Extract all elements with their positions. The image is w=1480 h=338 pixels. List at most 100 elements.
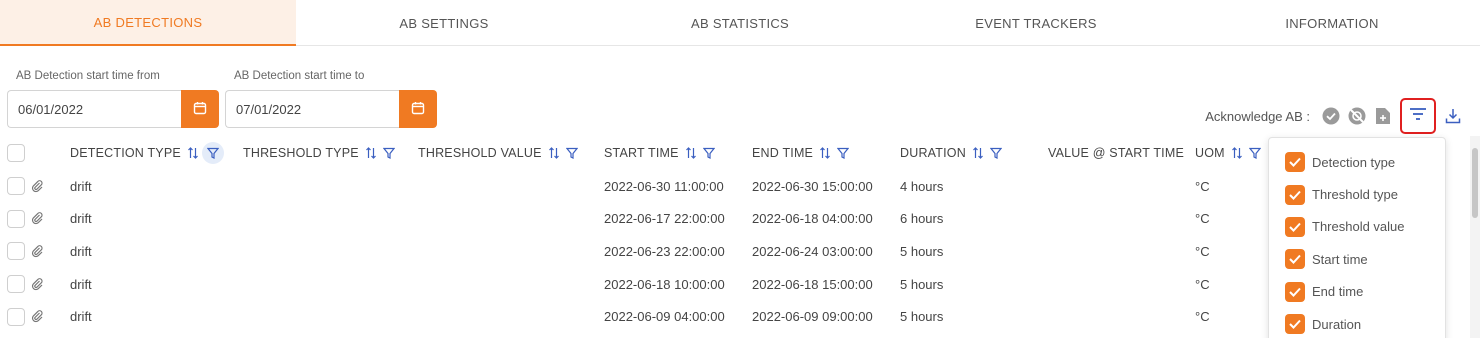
checkmark-icon[interactable] (1285, 314, 1305, 335)
column-option-label: End time (1312, 284, 1364, 300)
cell-uom: °C (1195, 309, 1210, 325)
row-checkbox[interactable] (7, 242, 25, 261)
sort-icon[interactable] (548, 147, 560, 159)
date-to-box (225, 90, 437, 128)
cell-uom: °C (1195, 211, 1210, 227)
cell-end-time: 2022-06-18 15:00:00 (752, 276, 873, 292)
funnel-icon[interactable] (1248, 147, 1261, 159)
table-row[interactable]: drift 2022-06-09 04:00:00 2022-06-09 09:… (0, 300, 1270, 333)
date-from-input[interactable] (7, 90, 181, 128)
date-to-calendar-button[interactable] (399, 90, 437, 128)
cell-start-time: 2022-06-23 22:00:00 (604, 243, 725, 259)
header-uom: UOM (1195, 136, 1261, 170)
header-label: DURATION (900, 146, 966, 160)
column-option-threshold-type[interactable]: Threshold type (1269, 178, 1445, 210)
date-to-label: AB Detection start time to (234, 70, 365, 82)
table-row[interactable]: drift 2022-06-23 22:00:00 2022-06-24 03:… (0, 235, 1270, 268)
cell-duration: 5 hours (900, 276, 944, 292)
column-filter-button[interactable] (1400, 98, 1436, 134)
cell-start-time: 2022-06-30 11:00:00 (604, 178, 724, 194)
paperclip-icon[interactable] (31, 300, 44, 333)
sort-icon[interactable] (187, 147, 199, 159)
tab-event-trackers[interactable]: EVENT TRACKERS (888, 0, 1184, 46)
detections-table: DETECTION TYPE THRESHOLD TYPE THRESHOLD … (0, 136, 1270, 333)
cell-end-time: 2022-06-09 09:00:00 (752, 309, 873, 325)
column-chooser-dropdown: Detection type Threshold type Threshold … (1268, 137, 1446, 338)
cell-end-time: 2022-06-30 15:00:00 (752, 178, 873, 194)
no-alert-icon[interactable] (1348, 107, 1366, 125)
table-row[interactable]: drift 2022-06-17 22:00:00 2022-06-18 04:… (0, 203, 1270, 236)
header-end-time: END TIME (752, 136, 850, 170)
tab-bar: AB DETECTIONS AB SETTINGS AB STATISTICS … (0, 0, 1480, 46)
column-option-duration[interactable]: Duration (1269, 308, 1445, 338)
tab-ab-statistics[interactable]: AB STATISTICS (592, 0, 888, 46)
tab-information[interactable]: INFORMATION (1184, 0, 1480, 46)
checkmark-icon[interactable] (1285, 216, 1305, 237)
select-all-cell (7, 136, 25, 170)
sort-icon[interactable] (365, 147, 377, 159)
acknowledge-label: Acknowledge AB : (1205, 108, 1310, 124)
row-checkbox[interactable] (7, 209, 25, 228)
column-option-end-time[interactable]: End time (1269, 276, 1445, 308)
cell-detection-type: drift (70, 309, 92, 325)
checkmark-icon[interactable] (1285, 152, 1305, 173)
check-circle-icon[interactable] (1322, 107, 1340, 125)
header-start-time: START TIME (604, 136, 715, 170)
header-value-at-start-time: VALUE @ START TIME (1048, 136, 1184, 170)
cell-duration: 4 hours (900, 178, 944, 194)
add-document-icon[interactable] (1374, 107, 1392, 125)
cell-end-time: 2022-06-24 03:00:00 (752, 243, 873, 259)
date-to-input[interactable] (225, 90, 399, 128)
table-row[interactable]: drift 2022-06-30 11:00:00 2022-06-30 15:… (0, 170, 1270, 203)
cell-detection-type: drift (70, 276, 92, 292)
table-row[interactable]: drift 2022-06-18 10:00:00 2022-06-18 15:… (0, 268, 1270, 301)
paperclip-icon[interactable] (31, 170, 44, 203)
sort-icon[interactable] (1231, 147, 1243, 159)
download-icon[interactable] (1444, 107, 1462, 125)
date-from-label: AB Detection start time from (16, 70, 160, 82)
checkmark-icon[interactable] (1285, 249, 1305, 270)
header-label: THRESHOLD TYPE (243, 146, 359, 160)
checkmark-icon[interactable] (1285, 281, 1305, 302)
column-option-label: Start time (1312, 251, 1368, 267)
checkmark-icon[interactable] (1285, 184, 1305, 205)
column-option-start-time[interactable]: Start time (1269, 243, 1445, 275)
table-header: DETECTION TYPE THRESHOLD TYPE THRESHOLD … (0, 136, 1270, 170)
scrollbar-thumb[interactable] (1472, 148, 1478, 218)
funnel-icon[interactable] (565, 147, 578, 159)
tab-ab-settings[interactable]: AB SETTINGS (296, 0, 592, 46)
cell-detection-type: drift (70, 211, 92, 227)
row-checkbox[interactable] (7, 275, 25, 294)
cell-uom: °C (1195, 243, 1210, 259)
funnel-icon[interactable] (837, 147, 850, 159)
row-checkbox[interactable] (7, 307, 25, 326)
paperclip-icon[interactable] (31, 235, 44, 268)
cell-duration: 5 hours (900, 243, 944, 259)
tab-ab-detections[interactable]: AB DETECTIONS (0, 0, 296, 46)
column-option-detection-type[interactable]: Detection type (1269, 146, 1445, 178)
header-label: END TIME (752, 146, 814, 160)
paperclip-icon[interactable] (31, 268, 44, 301)
cell-start-time: 2022-06-18 10:00:00 (604, 276, 725, 292)
column-option-threshold-value[interactable]: Threshold value (1269, 211, 1445, 243)
cell-detection-type: drift (70, 243, 92, 259)
funnel-icon[interactable] (702, 147, 715, 159)
cell-end-time: 2022-06-18 04:00:00 (752, 211, 873, 227)
header-threshold-type: THRESHOLD TYPE (243, 136, 395, 170)
vertical-scrollbar[interactable] (1470, 136, 1480, 338)
select-all-checkbox[interactable] (7, 144, 25, 162)
funnel-icon[interactable] (382, 147, 395, 159)
column-option-label: Threshold value (1312, 219, 1405, 235)
sort-icon[interactable] (972, 147, 984, 159)
sort-icon[interactable] (819, 147, 831, 159)
paperclip-icon[interactable] (31, 203, 44, 236)
date-from-calendar-button[interactable] (181, 90, 219, 128)
cell-uom: °C (1195, 178, 1210, 194)
calendar-icon (411, 101, 425, 118)
sort-icon[interactable] (685, 147, 697, 159)
row-checkbox[interactable] (7, 177, 25, 196)
funnel-icon[interactable] (989, 147, 1002, 159)
funnel-icon[interactable] (201, 142, 224, 164)
cell-detection-type: drift (70, 178, 92, 194)
header-label: DETECTION TYPE (70, 146, 181, 160)
